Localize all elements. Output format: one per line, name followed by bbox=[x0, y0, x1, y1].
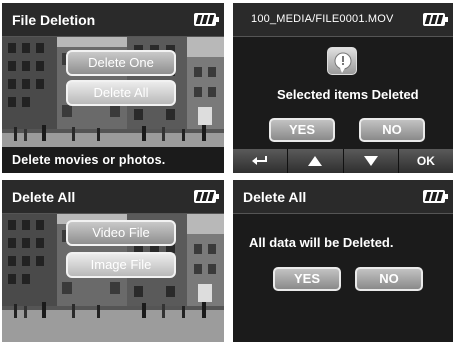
yes-button[interactable]: YES bbox=[269, 118, 335, 142]
up-triangle-icon bbox=[308, 156, 323, 166]
up-button[interactable] bbox=[288, 149, 344, 173]
delete-all-button[interactable]: Delete All bbox=[66, 80, 176, 106]
header-bar: File Deletion bbox=[2, 3, 224, 37]
image-file-button[interactable]: Image File bbox=[66, 252, 176, 278]
yes-button[interactable]: YES bbox=[273, 267, 341, 291]
battery-full-icon bbox=[423, 190, 448, 203]
header-bar: Delete All bbox=[2, 180, 224, 214]
screen-title: Delete All bbox=[12, 189, 76, 205]
header-bar: Delete All bbox=[233, 180, 453, 214]
file-path: 100_MEDIA/FILE0001.MOV bbox=[251, 13, 394, 25]
ok-label: OK bbox=[416, 154, 435, 168]
status-message: Selected items Deleted bbox=[277, 87, 419, 102]
no-button[interactable]: NO bbox=[355, 267, 423, 291]
delete-one-button[interactable]: Delete One bbox=[66, 50, 176, 76]
return-arrow-icon bbox=[252, 156, 268, 165]
delete-all-confirm-screen: Delete All All data will be Deleted. YES… bbox=[233, 180, 453, 342]
warning-message: All data will be Deleted. bbox=[249, 235, 394, 250]
info-bubble-icon bbox=[327, 47, 357, 75]
header-bar: 100_MEDIA/FILE0001.MOV bbox=[233, 3, 453, 37]
no-button[interactable]: NO bbox=[359, 118, 425, 142]
navigation-bar: OK bbox=[233, 149, 453, 173]
hint-bar: Delete movies or photos. bbox=[2, 147, 224, 173]
ok-button[interactable]: OK bbox=[398, 149, 453, 173]
screen-title: Delete All bbox=[243, 189, 307, 205]
down-triangle-icon bbox=[363, 156, 378, 166]
down-button[interactable] bbox=[343, 149, 399, 173]
battery-full-icon bbox=[423, 13, 448, 26]
return-button[interactable] bbox=[233, 149, 289, 173]
battery-full-icon bbox=[194, 190, 219, 203]
battery-full-icon bbox=[194, 13, 219, 26]
delete-all-selection-screen: Delete All Video File Image File bbox=[2, 180, 224, 342]
file-deletion-screen: File Deletion Delete One Delete All Dele… bbox=[2, 3, 224, 173]
video-file-button[interactable]: Video File bbox=[66, 220, 176, 246]
screen-title: File Deletion bbox=[12, 12, 96, 28]
hint-text: Delete movies or photos. bbox=[12, 153, 166, 167]
delete-confirmation-screen: 100_MEDIA/FILE0001.MOV Selected items De… bbox=[233, 3, 453, 173]
